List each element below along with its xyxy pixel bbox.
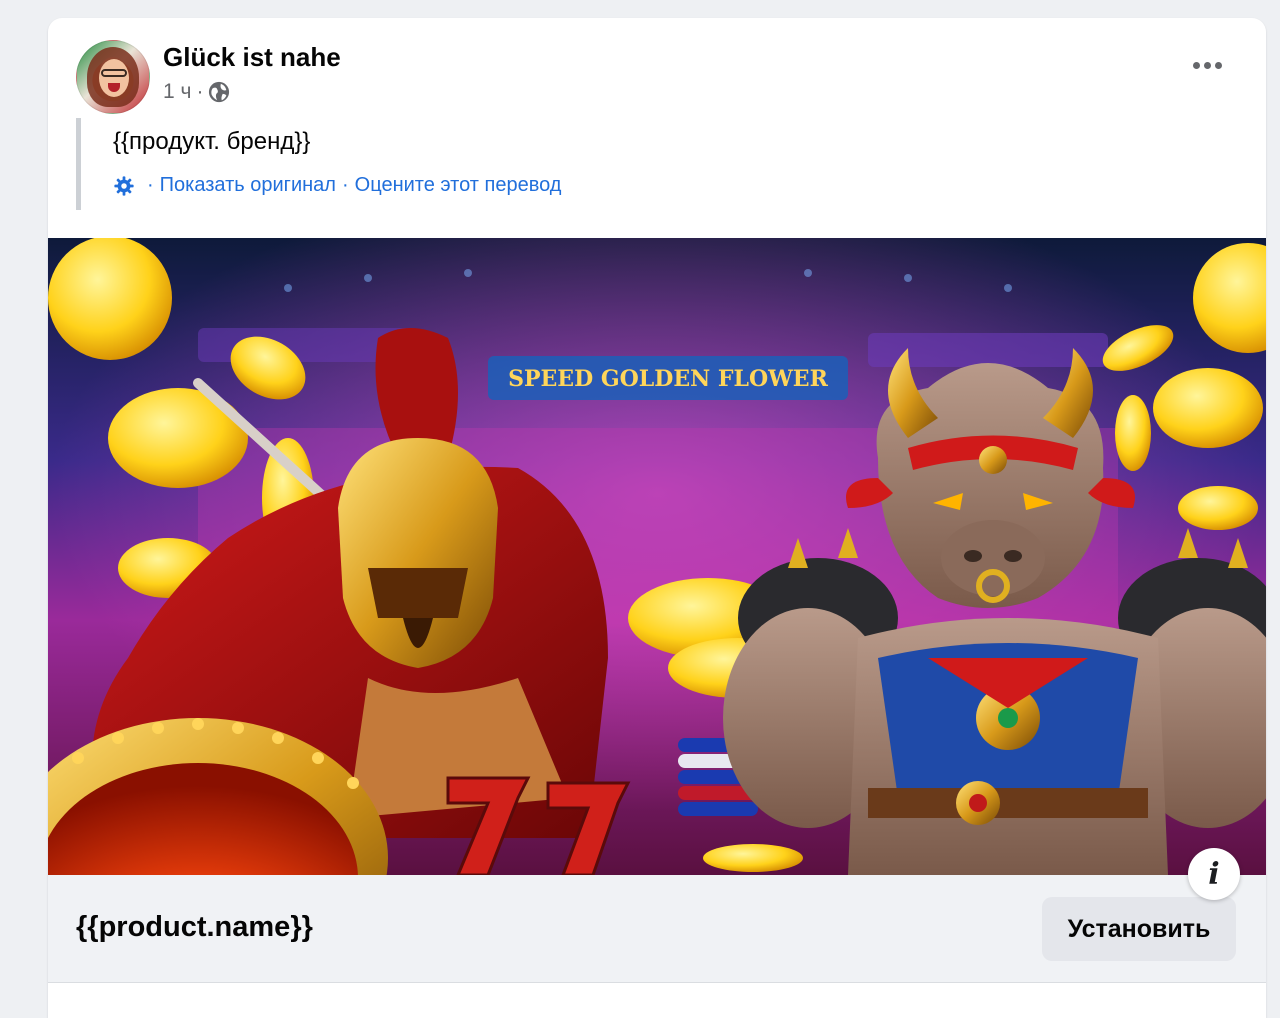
page-avatar[interactable] [76, 40, 150, 114]
cta-bar: {{product.name}} Установить [48, 875, 1266, 983]
install-button[interactable]: Установить [1042, 897, 1236, 961]
product-name[interactable]: {{product.name}} [76, 911, 313, 944]
post-text: {{продукт. бренд}} [113, 128, 311, 155]
post-time[interactable]: 1 ч [163, 80, 191, 104]
casino-artwork: SPEED GOLDEN FLOWER [48, 238, 1266, 875]
rate-translation-link[interactable]: Оцените этот перевод [355, 174, 562, 197]
globe-icon [209, 81, 230, 103]
info-icon[interactable]: i [1188, 848, 1240, 900]
ad-creative-image[interactable]: SPEED GOLDEN FLOWER [48, 238, 1266, 875]
translation-separator: · [341, 174, 349, 196]
post-meta: 1 ч · [163, 80, 230, 104]
gear-icon[interactable] [113, 175, 135, 197]
more-icon [1193, 62, 1200, 69]
translation-separator: · [147, 174, 154, 196]
post-header: Glück ist nahe 1 ч · [48, 18, 1266, 118]
show-original-link[interactable]: Показать оригинал [160, 174, 336, 197]
meta-separator: · [196, 80, 204, 103]
banner-text: SPEED GOLDEN FLOWER [508, 366, 828, 392]
page-name[interactable]: Glück ist nahe [163, 42, 341, 73]
post-footer-strip [48, 984, 1266, 1018]
translation-controls: · Показать оригинал · Оцените этот перев… [113, 174, 976, 197]
ad-post-card: Glück ist nahe 1 ч · {{продукт. бренд}} [48, 18, 1266, 1018]
translated-post-block: {{продукт. бренд}} · Показать оригинал ·… [76, 118, 976, 210]
more-options-button[interactable] [1193, 62, 1222, 69]
